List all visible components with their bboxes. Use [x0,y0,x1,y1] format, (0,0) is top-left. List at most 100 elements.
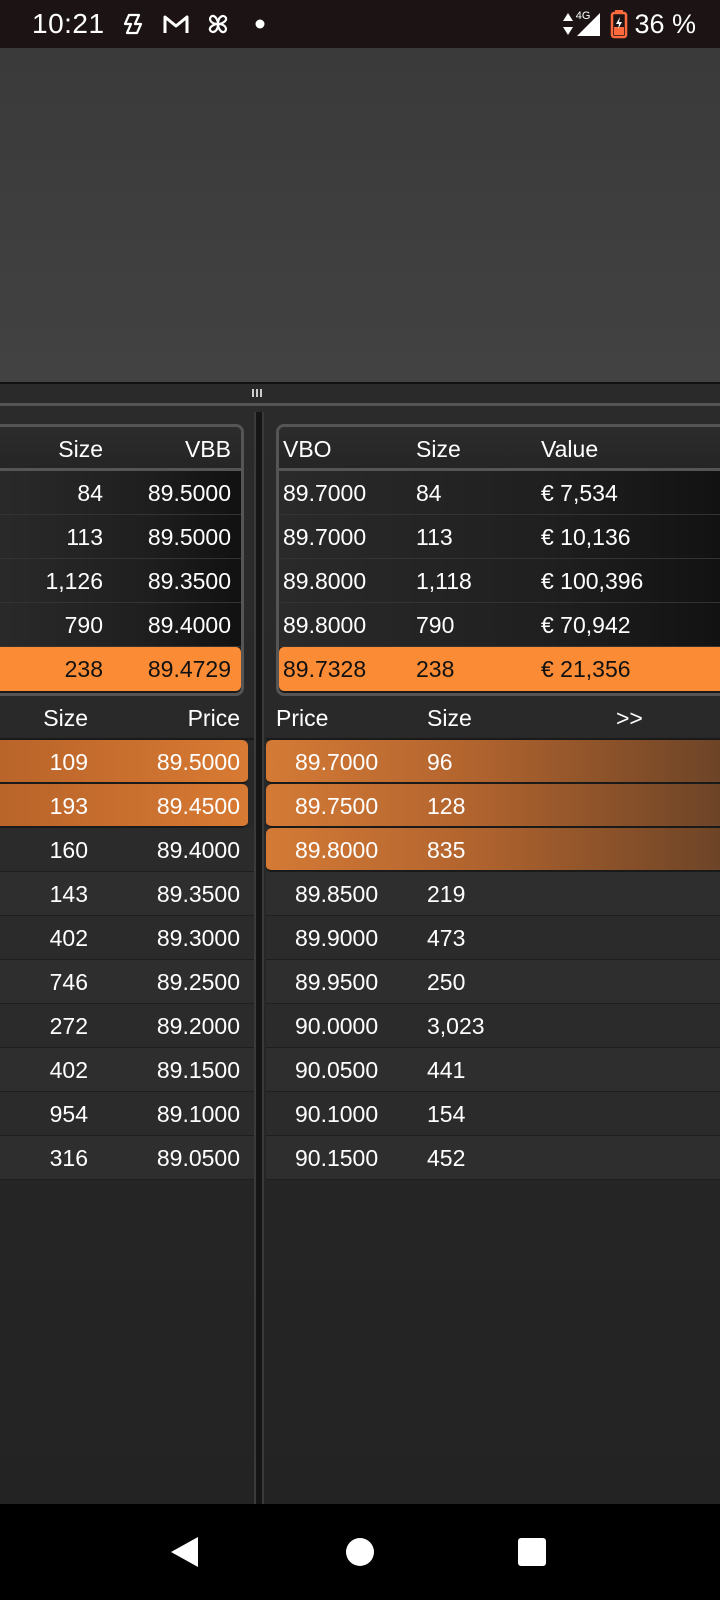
value-cell: € 70,942 [541,612,631,638]
vbb-cell: 89.4000 [147,612,231,638]
bid-order-book: Size Price 109 89.5000 193 89.4500 160 89.400… [0,696,254,1180]
table-row[interactable]: 89.8000 835 [266,828,720,872]
panel-divider[interactable] [254,412,264,1504]
table-row[interactable]: 954 89.1000 [0,1092,254,1136]
column-header-size[interactable]: Size [13,427,103,471]
panel-splitter[interactable] [0,382,720,406]
column-header-vbo[interactable]: VBO [283,427,332,471]
table-row[interactable]: 89.7000 113 € 10,136 [279,515,720,559]
vbb-cell: 89.5000 [147,524,231,550]
size-cell: 1,126 [45,568,103,594]
table-row[interactable]: 89.7500 128 [266,784,720,828]
table-row[interactable]: 89.7000 96 [266,740,720,784]
vbo-cell: 89.7328 [283,656,367,682]
bid-summary-table: Size VBB 84 89.5000 113 89.5000 1,126 89… [0,424,244,696]
column-header-size[interactable]: Size [416,427,461,471]
size-cell: 272 [49,1013,88,1039]
size-cell: 160 [49,837,88,863]
size-cell: 954 [49,1101,88,1127]
value-cell: € 7,534 [541,480,618,506]
table-row[interactable]: 90.1500 452 [266,1136,720,1180]
table-row[interactable]: 1,126 89.3500 [0,559,241,603]
price-cell: 90.0000 [295,1013,379,1039]
size-cell: 3,023 [427,1013,485,1039]
size-cell: 316 [49,1145,88,1171]
price-cell: 89.1500 [156,1057,240,1083]
expand-columns-button[interactable]: >> [616,696,643,740]
bid-summary-header: Size VBB [0,427,241,471]
size-cell: 746 [49,969,88,995]
table-row[interactable]: 402 89.3000 [0,916,254,960]
network-type: 4G [575,10,591,22]
column-header-price[interactable]: Price [276,696,328,740]
price-cell: 90.1500 [295,1145,379,1171]
size-cell: 402 [49,1057,88,1083]
column-header-size[interactable]: Size [427,696,472,740]
table-row[interactable]: 790 89.4000 [0,603,241,647]
price-cell: 89.2500 [156,969,240,995]
home-icon[interactable] [342,1534,378,1570]
price-cell: 89.9000 [295,925,379,951]
size-cell: 219 [427,881,466,907]
value-cell: € 21,356 [541,656,631,682]
table-row[interactable]: 89.8000 790 € 70,942 [279,603,720,647]
drag-handle-icon[interactable] [252,389,262,397]
price-cell: 90.0500 [295,1057,379,1083]
size-cell: 113 [66,524,103,550]
table-row[interactable]: 89.8000 1,118 € 100,396 [279,559,720,603]
value-cell: € 10,136 [541,524,631,550]
size-cell: 238 [416,656,455,682]
table-row[interactable]: 89.8500 219 [266,872,720,916]
table-row[interactable]: 402 89.1500 [0,1048,254,1092]
size-cell: 128 [427,793,466,819]
table-row[interactable]: 84 89.5000 [0,471,241,515]
dot-icon [245,9,275,39]
back-icon[interactable] [166,1534,202,1570]
size-cell: 790 [64,612,103,638]
ask-book-header: Price Size >> [266,696,720,740]
column-header-size[interactable]: Size [0,696,88,740]
column-header-price[interactable]: Price [120,696,240,740]
gmail-icon [161,9,191,39]
size-cell: 84 [416,480,442,506]
size-cell: 473 [427,925,466,951]
size-cell: 250 [427,969,466,995]
table-row[interactable]: 89.9500 250 [266,960,720,1004]
column-header-vbb[interactable]: VBB [113,427,231,471]
table-row-highlighted[interactable]: 238 89.4729 [0,647,241,691]
size-cell: 84 [77,480,103,506]
size-cell: 441 [427,1057,466,1083]
size-cell: 402 [49,925,88,951]
table-row[interactable]: 143 89.3500 [0,872,254,916]
size-cell: 193 [49,793,88,819]
price-cell: 89.4500 [156,793,240,819]
table-row-highlighted[interactable]: 89.7328 238 € 21,356 [279,647,720,691]
table-row[interactable]: 109 89.5000 [0,740,248,784]
vbo-cell: 89.8000 [283,612,367,638]
table-row[interactable]: 272 89.2000 [0,1004,254,1048]
table-row[interactable]: 746 89.2500 [0,960,254,1004]
price-cell: 89.7000 [295,749,379,775]
data-arrows-icon [561,11,575,37]
vbb-cell: 89.4729 [147,656,231,682]
table-row[interactable]: 90.0000 3,023 [266,1004,720,1048]
vbb-cell: 89.5000 [147,480,231,506]
table-row[interactable]: 160 89.4000 [0,828,254,872]
table-row[interactable]: 113 89.5000 [0,515,241,559]
vbo-cell: 89.7000 [283,480,367,506]
table-row[interactable]: 89.9000 473 [266,916,720,960]
table-row[interactable]: 90.1000 154 [266,1092,720,1136]
pinwheel-icon [203,9,233,39]
column-header-value[interactable]: Value [541,427,598,471]
status-bar: 10:21 4G 36 % [0,0,720,48]
table-row[interactable]: 316 89.0500 [0,1136,254,1180]
chart-area [0,48,720,382]
size-cell: 96 [427,749,453,775]
recents-icon[interactable] [514,1534,550,1570]
table-row[interactable]: 193 89.4500 [0,784,248,828]
size-cell: 143 [49,881,88,907]
table-row[interactable]: 90.0500 441 [266,1048,720,1092]
table-row[interactable]: 89.7000 84 € 7,534 [279,471,720,515]
battery-percent: 36 % [634,8,696,39]
bid-book-header: Size Price [0,696,254,740]
